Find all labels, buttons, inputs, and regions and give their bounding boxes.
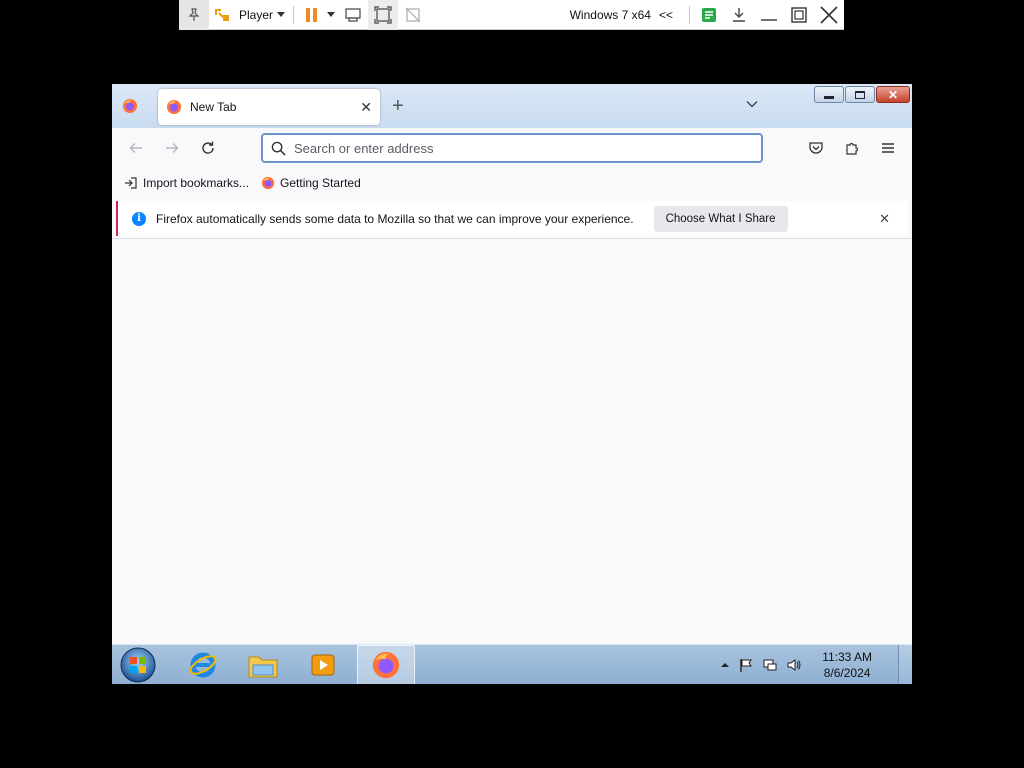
fullscreen-icon[interactable] <box>368 0 399 30</box>
search-input[interactable] <box>294 140 734 156</box>
vmware-toolbar: Player Windows 7 x64 << <box>179 0 844 30</box>
taskbar-windows-explorer[interactable] <box>234 645 292 684</box>
internet-explorer-icon <box>189 652 217 678</box>
notes-icon[interactable] <box>694 0 724 30</box>
firefox-window: New Tab ✕ + ✕ Search or enter address Im… <box>112 84 912 644</box>
new-tab-button[interactable]: + <box>392 96 404 116</box>
close-notification-icon[interactable]: ✕ <box>879 211 890 227</box>
bookmark-label: Getting Started <box>280 176 361 190</box>
search-icon <box>271 141 286 156</box>
show-desktop-button[interactable] <box>898 645 912 684</box>
tab-title: New Tab <box>190 100 237 114</box>
navigation-toolbar <box>112 128 912 168</box>
hamburger-menu-icon[interactable] <box>880 140 896 156</box>
collapse-toolbar-button[interactable]: << <box>659 8 673 22</box>
taskbar-media-player[interactable] <box>294 645 352 684</box>
firefox-icon <box>372 651 400 679</box>
unity-icon[interactable] <box>209 0 235 30</box>
window-close-button[interactable]: ✕ <box>876 86 910 103</box>
address-bar[interactable] <box>261 133 763 163</box>
action-center-flag-icon[interactable] <box>738 657 754 673</box>
windows-explorer-icon <box>248 656 278 678</box>
start-button[interactable] <box>118 647 158 683</box>
show-hidden-icons-icon[interactable] <box>720 660 730 670</box>
firefox-icon[interactable] <box>122 98 138 114</box>
pin-icon[interactable] <box>179 0 209 30</box>
tab-strip: New Tab ✕ + ✕ <box>112 84 912 128</box>
import-icon <box>125 177 137 189</box>
firefox-icon <box>261 176 275 190</box>
send-ctrl-alt-del-icon[interactable] <box>338 0 368 30</box>
vm-name: Windows 7 x64 <box>569 7 651 22</box>
info-icon: i <box>132 211 146 226</box>
tab-new-tab[interactable]: New Tab ✕ <box>158 89 380 125</box>
taskbar: 11:33 AM 8/6/2024 <box>112 644 912 684</box>
pocket-icon[interactable] <box>808 140 824 156</box>
media-player-icon <box>311 654 335 676</box>
bookmarks-toolbar: Import bookmarks... Getting Started <box>112 168 912 198</box>
chevron-down-icon[interactable] <box>746 98 758 110</box>
pause-options-button[interactable] <box>324 0 338 30</box>
taskbar-clock[interactable]: 11:33 AM 8/6/2024 <box>822 649 872 681</box>
guest-desktop: New Tab ✕ + ✕ Search or enter address Im… <box>112 84 912 684</box>
network-icon[interactable] <box>762 657 778 673</box>
back-arrow-icon[interactable] <box>128 140 144 156</box>
bookmark-getting-started[interactable]: Getting Started <box>261 176 361 190</box>
forward-arrow-icon[interactable] <box>164 140 180 156</box>
notification-message: Firefox automatically sends some data to… <box>156 211 634 226</box>
bookmark-import[interactable]: Import bookmarks... <box>124 176 249 190</box>
minimize-icon[interactable] <box>754 0 784 30</box>
page-content <box>112 238 912 644</box>
chevron-down-icon <box>327 12 336 17</box>
close-tab-icon[interactable]: ✕ <box>360 99 372 116</box>
player-menu[interactable]: Player <box>235 0 289 30</box>
reload-icon[interactable] <box>200 140 216 156</box>
chevron-down-icon <box>277 12 286 17</box>
clock-date: 8/6/2024 <box>823 666 871 680</box>
pause-icon <box>305 7 317 22</box>
extensions-icon[interactable] <box>844 140 860 156</box>
bookmark-label: Import bookmarks... <box>143 176 250 190</box>
window-restore-button[interactable] <box>845 86 875 103</box>
firefox-icon <box>167 100 181 114</box>
window-caption-buttons: ✕ <box>814 86 910 103</box>
player-menu-label: Player <box>239 7 274 22</box>
taskbar-firefox[interactable] <box>357 645 415 684</box>
choose-what-i-share-button[interactable]: Choose What I Share <box>653 205 788 232</box>
clock-time: 11:33 AM <box>822 650 872 664</box>
pause-button[interactable] <box>298 0 324 30</box>
restore-icon[interactable] <box>784 0 814 30</box>
close-icon[interactable] <box>814 0 844 30</box>
download-icon[interactable] <box>724 0 754 30</box>
toolbar-divider <box>689 5 690 24</box>
data-collection-notification: i Firefox automatically sends some data … <box>116 201 908 236</box>
toolbar-divider <box>293 5 295 24</box>
volume-icon[interactable] <box>786 657 802 673</box>
system-tray: 11:33 AM 8/6/2024 <box>720 645 872 684</box>
window-minimize-button[interactable] <box>814 86 844 103</box>
unity-mode-icon[interactable] <box>398 0 428 30</box>
taskbar-internet-explorer[interactable] <box>174 645 232 684</box>
